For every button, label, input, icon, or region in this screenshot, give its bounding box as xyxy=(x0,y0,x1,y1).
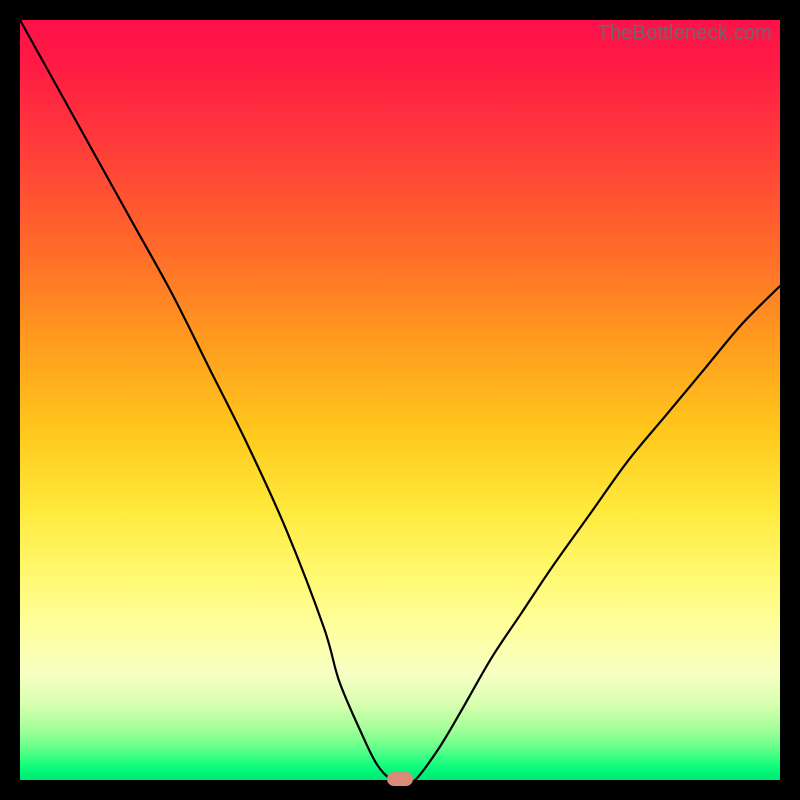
chart-frame: TheBottleneck.com xyxy=(0,0,800,800)
plot-area: TheBottleneck.com xyxy=(20,20,780,780)
optimum-marker xyxy=(387,772,413,786)
bottleneck-curve xyxy=(20,20,780,780)
watermark-text: TheBottleneck.com xyxy=(597,22,772,45)
